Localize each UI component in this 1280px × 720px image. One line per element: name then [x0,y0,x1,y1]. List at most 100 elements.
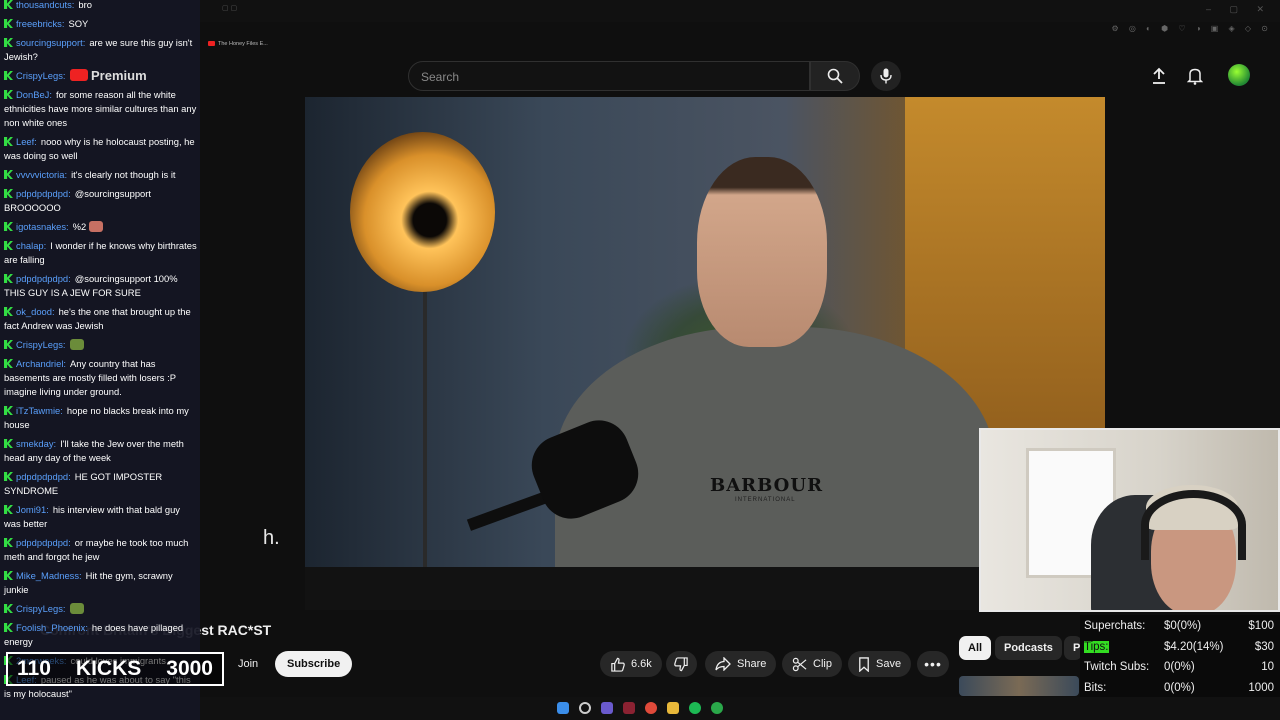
chat-message: CrispyLegs: [4,338,198,352]
chat-message-list: thousandcuts: bro freeebricks: SOY sourcings… [4,0,198,706]
spotify-icon[interactable] [689,702,701,714]
discord-icon[interactable] [601,702,613,714]
chat-username[interactable]: vvvvvictoria: [16,169,67,180]
chat-username[interactable]: Archandriel: [16,358,66,369]
chat-username[interactable]: Mike_Madness: [16,570,82,581]
chat-username[interactable]: pdpdpdpdpd: [16,471,71,482]
youtube-premium-logo[interactable]: Premium [70,68,147,83]
chat-text: SOY [68,18,89,29]
chat-username[interactable]: freeebricks: [16,18,64,29]
thumbs-up-icon [611,657,625,672]
chat-username[interactable]: DonBeJ: [16,89,52,100]
kick-badge-icon [4,340,13,349]
voice-search-button[interactable] [871,61,901,91]
account-avatar[interactable] [1228,64,1250,86]
more-actions-button[interactable]: ••• [917,651,949,677]
donation-value: $0(0%) [1164,620,1202,632]
donation-value: 0(0%) [1164,661,1195,673]
dislike-button[interactable] [666,651,697,677]
chat-username[interactable]: sourcingsupport: [16,37,85,48]
share-button[interactable]: Share [705,651,777,677]
kick-badge-icon [4,623,13,632]
chat-username[interactable]: chalap: [16,240,46,251]
chat-text: it's clearly not though is it [71,169,176,180]
extension-icons[interactable]: ⚙ ◎ ◐ ⬢ ♡ ◑ ▣ ◈ ◇ ⊙ [1111,24,1272,33]
upload-button[interactable] [1147,64,1171,88]
browser-tab[interactable]: ▢ ▢ [222,4,237,12]
donation-label: Twitch Subs: [1084,661,1150,673]
chat-emote-icon [89,221,104,232]
chat-message: chalap: I wonder if he knows why birthrat… [4,239,198,267]
chat-message: CrispyLegs: [4,602,198,616]
chat-username[interactable]: Jomi91: [16,504,49,515]
chrome-icon[interactable] [645,702,657,714]
kick-badge-icon [4,71,13,80]
chat-message: Jomi91: his interview with that bald guy … [4,503,198,531]
video-caption: h. [263,527,280,549]
related-video-thumbnail[interactable] [959,676,1079,696]
chat-username[interactable]: igotasnakes: [16,221,69,232]
chat-username[interactable]: CrispyLegs: [16,339,66,350]
chat-message: Archandriel: Any country that has basemen… [4,357,198,399]
chat-message: smekday: I'll take the Jew over the meth … [4,437,198,465]
kick-badge-icon [4,472,13,481]
donation-value: 0(0%) [1164,681,1195,694]
like-count: 6.6k [631,658,652,670]
share-icon [715,657,731,671]
subscribe-button[interactable]: Subscribe [275,651,353,677]
search-button[interactable] [810,61,860,91]
chat-username[interactable]: smekday: [16,438,56,449]
kick-badge-icon [4,189,13,198]
windows-start-icon[interactable] [557,702,569,714]
kick-badge-icon [4,359,13,368]
chip-all[interactable]: All [959,636,992,660]
chip-podcasts[interactable]: Podcasts [995,636,1062,660]
search-taskbar-icon[interactable] [579,702,591,714]
bookmark-icon [859,656,869,672]
chat-username[interactable]: CrispyLegs: [16,603,66,614]
kick-badge-icon [4,505,13,514]
chat-emote-icon [69,339,84,350]
kicks-current: 110 [17,657,51,680]
chat-username[interactable]: pdpdpdpdpd: [16,188,71,199]
kicks-goal: 3000 [166,657,213,680]
xbox-icon[interactable] [711,702,723,714]
clip-button[interactable]: Clip [782,651,842,677]
kick-badge-icon [4,406,13,415]
kick-badge-icon [4,170,13,179]
chat-username[interactable]: pdpdpdpdpd: [16,537,71,548]
chat-username[interactable]: pdpdpdpdpd: [16,273,71,284]
save-button[interactable]: Save [848,651,912,677]
chat-username[interactable]: CrispyLegs: [16,70,66,81]
kick-badge-icon [4,90,13,99]
join-button[interactable]: Join [230,651,266,676]
chat-username[interactable]: thousandcuts: [16,0,74,10]
search-input[interactable]: Search [408,61,810,91]
chat-message: igotasnakes: %2 [4,220,198,234]
windows-taskbar [200,697,1280,720]
kick-badge-icon [4,439,13,448]
chat-username[interactable]: Foolish_Phoenix: [16,622,88,633]
browser-tab-bar: ▢ ▢ [200,0,1280,22]
microphone-icon [880,68,892,84]
sweater-sub: INTERNATIONAL [735,497,796,503]
window-controls[interactable]: – ▢ ✕ [1206,4,1272,15]
chat-username[interactable]: ok_dood: [16,306,55,317]
chat-username[interactable]: Leef: [16,136,37,147]
chat-message: pdpdpdpdpd: or maybe he took too much met… [4,536,198,564]
donation-goal: $100 [1248,620,1274,632]
chat-message: DonBeJ: for some reason all the white eth… [4,88,198,130]
like-button[interactable]: 6.6k [600,651,662,677]
kick-badge-icon [4,538,13,547]
chat-message: iTzTawmie: hope no blacks break into my h… [4,404,198,432]
search-placeholder: Search [421,70,460,84]
notifications-button[interactable] [1183,64,1207,88]
kick-badge-icon [4,307,13,316]
file-explorer-icon[interactable] [667,702,679,714]
obs-icon[interactable] [623,702,635,714]
share-label: Share [737,658,767,670]
clip-label: Clip [813,658,832,670]
chat-username[interactable]: iTzTawmie: [16,405,63,416]
kick-badge-icon [4,19,13,28]
bookmark-item[interactable]: The Honey Files E... [208,41,268,47]
